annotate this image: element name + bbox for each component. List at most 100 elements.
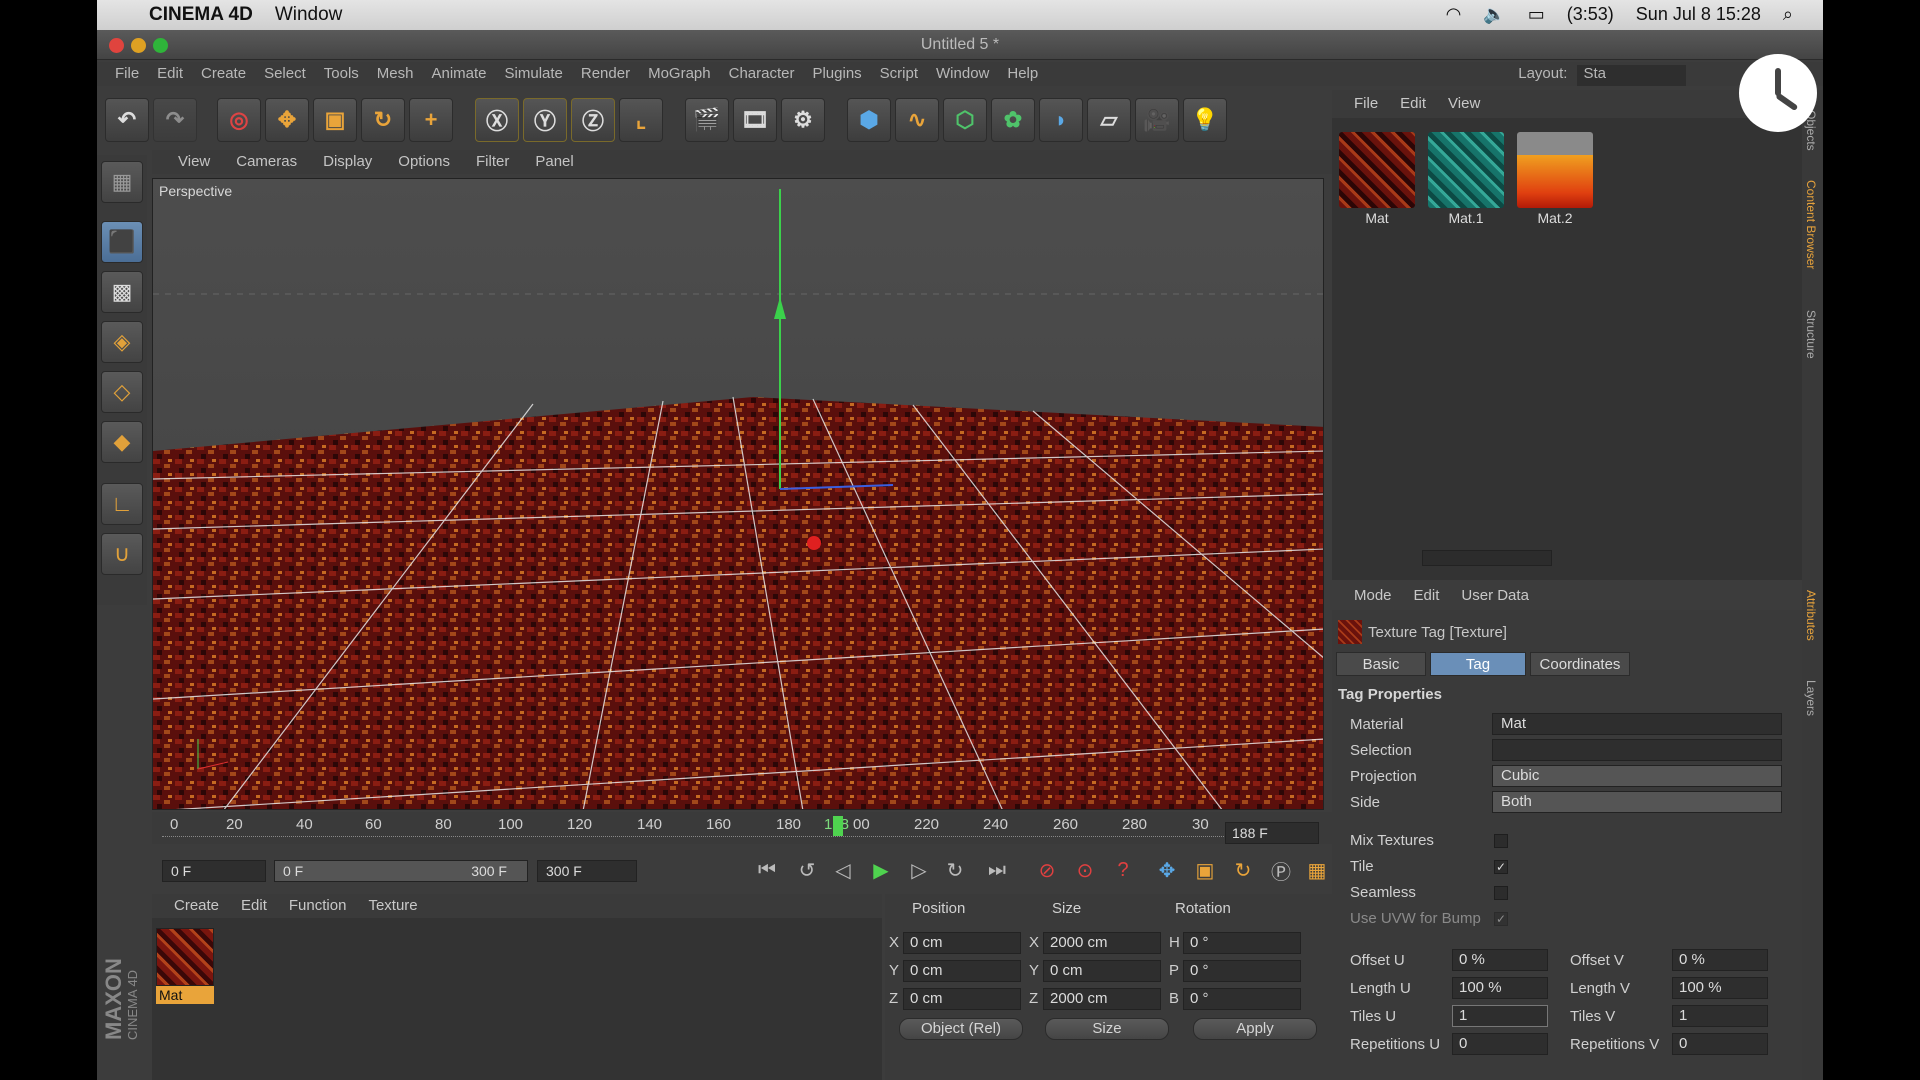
menu-create[interactable]: Create: [201, 65, 246, 86]
browser-menu-edit[interactable]: Edit: [1400, 95, 1426, 118]
create-tool-icon[interactable]: +: [409, 98, 453, 142]
mat-menu-edit[interactable]: Edit: [241, 897, 267, 918]
perspective-viewport[interactable]: Perspective: [152, 178, 1324, 810]
render-picture-viewer-icon[interactable]: 🎞: [733, 98, 777, 142]
projection-dropdown[interactable]: Cubic: [1492, 765, 1782, 787]
goto-prev-key-icon[interactable]: ↺: [792, 856, 822, 884]
menu-file[interactable]: File: [115, 65, 139, 86]
side-tab-attributes[interactable]: Attributes: [1804, 590, 1818, 641]
camera-icon[interactable]: 🎥: [1135, 98, 1179, 142]
size-x-field[interactable]: 2000 cm: [1043, 932, 1161, 954]
timeline-ruler[interactable]: 0 20 40 60 80 100 120 140 160 180 188 00…: [152, 812, 1332, 844]
attr-menu-userdata[interactable]: User Data: [1461, 587, 1529, 610]
thumbnail-size-slider[interactable]: [1422, 550, 1552, 566]
key-rotation-icon[interactable]: ↻: [1228, 856, 1258, 884]
coord-mode-dropdown[interactable]: Object (Rel): [899, 1018, 1023, 1040]
tiles-v-field[interactable]: 1: [1672, 1005, 1768, 1027]
selection-field[interactable]: [1492, 739, 1782, 761]
menu-edit[interactable]: Edit: [157, 65, 183, 86]
deformer-icon[interactable]: ◗: [1039, 98, 1083, 142]
use-uvw-checkbox[interactable]: ✓: [1494, 912, 1508, 926]
side-tab-structure[interactable]: Structure: [1804, 310, 1818, 359]
polygons-mode-icon[interactable]: ◆: [101, 421, 143, 463]
attr-menu-edit[interactable]: Edit: [1414, 587, 1440, 610]
vp-menu-options[interactable]: Options: [398, 153, 450, 174]
offset-v-field[interactable]: 0 %: [1672, 949, 1768, 971]
attr-menu-mode[interactable]: Mode: [1354, 587, 1392, 610]
key-scale-icon[interactable]: ▣: [1190, 856, 1220, 884]
key-position-icon[interactable]: ✥: [1152, 856, 1182, 884]
vp-menu-display[interactable]: Display: [323, 153, 372, 174]
clock-icon[interactable]: [1739, 54, 1817, 132]
battery-icon[interactable]: ▭: [1528, 4, 1545, 25]
texture-mode-icon[interactable]: ▩: [101, 271, 143, 313]
subdivision-icon[interactable]: ⬡: [943, 98, 987, 142]
tab-coordinates[interactable]: Coordinates: [1530, 652, 1630, 676]
snap-icon[interactable]: ∪: [101, 533, 143, 575]
step-forward-icon[interactable]: ▷: [904, 856, 934, 884]
material-tile-mat[interactable]: Mat: [1337, 132, 1417, 230]
material-tile-mat2[interactable]: Mat.2: [1515, 132, 1595, 230]
cloner-icon[interactable]: ✿: [991, 98, 1035, 142]
x-axis-icon[interactable]: Ⓧ: [475, 98, 519, 142]
size-mode-dropdown[interactable]: Size: [1045, 1018, 1169, 1040]
autokey-icon[interactable]: ⊙: [1070, 856, 1100, 884]
tab-basic[interactable]: Basic: [1336, 652, 1426, 676]
material-link-field[interactable]: Mat: [1492, 713, 1782, 735]
tile-checkbox[interactable]: ✓: [1494, 860, 1508, 874]
vp-menu-cameras[interactable]: Cameras: [236, 153, 297, 174]
length-v-field[interactable]: 100 %: [1672, 977, 1768, 999]
move-tool-icon[interactable]: ✥: [265, 98, 309, 142]
mat-menu-create[interactable]: Create: [174, 897, 219, 918]
rotation-b-field[interactable]: 0 °: [1183, 988, 1301, 1010]
wifi-icon[interactable]: ◠: [1446, 4, 1462, 25]
render-settings-icon[interactable]: ⚙: [781, 98, 825, 142]
redo-icon[interactable]: ↷: [153, 98, 197, 142]
z-axis-icon[interactable]: Ⓩ: [571, 98, 615, 142]
undo-icon[interactable]: ↶: [105, 98, 149, 142]
key-pla-icon[interactable]: ▦: [1302, 856, 1332, 884]
tiles-u-field[interactable]: 1: [1452, 1005, 1548, 1027]
repetitions-u-field[interactable]: 0: [1452, 1033, 1548, 1055]
menu-window[interactable]: Window: [936, 65, 989, 86]
menubar-datetime[interactable]: Sun Jul 8 15:28: [1636, 4, 1761, 25]
light-icon[interactable]: 💡: [1183, 98, 1227, 142]
spline-icon[interactable]: ∿: [895, 98, 939, 142]
menu-script[interactable]: Script: [880, 65, 918, 86]
browser-menu-view[interactable]: View: [1448, 95, 1480, 118]
axis-mode-icon[interactable]: ∟: [101, 483, 143, 525]
range-slider[interactable]: 0 F 300 F: [274, 860, 528, 882]
cube-icon[interactable]: ⬢: [847, 98, 891, 142]
scale-tool-icon[interactable]: ▣: [313, 98, 357, 142]
edges-mode-icon[interactable]: ◇: [101, 371, 143, 413]
tab-tag[interactable]: Tag: [1430, 652, 1526, 676]
end-frame-field[interactable]: 300 F: [537, 860, 637, 882]
record-icon[interactable]: ⊘: [1032, 856, 1062, 884]
apply-button[interactable]: Apply: [1193, 1018, 1317, 1040]
step-back-icon[interactable]: ◁: [828, 856, 858, 884]
position-x-field[interactable]: 0 cm: [903, 932, 1021, 954]
vp-menu-view[interactable]: View: [178, 153, 210, 174]
side-tab-layers[interactable]: Layers: [1804, 680, 1818, 716]
material-tile-mat1[interactable]: Mat.1: [1426, 132, 1506, 230]
mat-menu-function[interactable]: Function: [289, 897, 347, 918]
menu-help[interactable]: Help: [1007, 65, 1038, 86]
coordinate-system-icon[interactable]: ⌞: [619, 98, 663, 142]
current-frame-field[interactable]: 188 F: [1225, 822, 1319, 844]
menu-select[interactable]: Select: [264, 65, 306, 86]
side-dropdown[interactable]: Both: [1492, 791, 1782, 813]
repetitions-v-field[interactable]: 0: [1672, 1033, 1768, 1055]
layout-select[interactable]: Sta: [1577, 65, 1686, 86]
menu-simulate[interactable]: Simulate: [505, 65, 563, 86]
floor-icon[interactable]: ▱: [1087, 98, 1131, 142]
vp-menu-filter[interactable]: Filter: [476, 153, 509, 174]
menubar-app-name[interactable]: CINEMA 4D: [149, 4, 253, 26]
start-frame-field[interactable]: 0 F: [162, 860, 266, 882]
textured-plane[interactable]: [153, 397, 1324, 810]
points-mode-icon[interactable]: ◈: [101, 321, 143, 363]
y-axis-icon[interactable]: Ⓨ: [523, 98, 567, 142]
browser-menu-file[interactable]: File: [1354, 95, 1378, 118]
menu-tools[interactable]: Tools: [324, 65, 359, 86]
material-thumbnail[interactable]: Mat: [156, 928, 214, 1006]
menu-plugins[interactable]: Plugins: [812, 65, 861, 86]
